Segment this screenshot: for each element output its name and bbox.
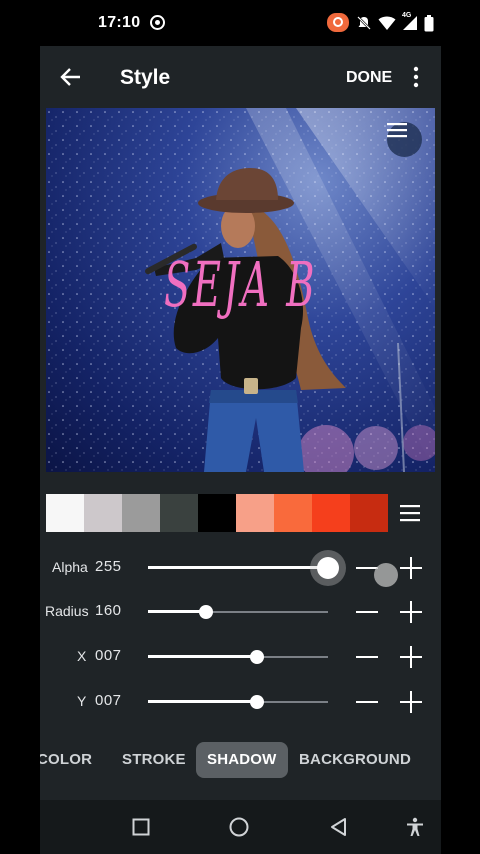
y-offset-increase-button[interactable] [400,691,422,713]
color-swatch[interactable] [122,494,160,532]
x-offset-label: X [77,648,87,664]
mute-bell-icon [357,16,371,30]
radius-label: Radius [45,603,89,619]
x-offset-increase-button[interactable] [400,646,422,668]
color-swatch[interactable] [160,494,198,532]
x-offset-slider-thumb[interactable] [250,650,264,664]
color-swatch[interactable] [198,494,236,532]
alpha-increase-button[interactable] [400,557,422,579]
more-options-icon[interactable] [409,66,423,88]
color-swatch[interactable] [46,494,84,532]
canvas-menu-button[interactable] [387,122,422,157]
color-palette [46,494,388,532]
status-icons: 4G [356,12,434,33]
color-swatch[interactable] [312,494,350,532]
back-arrow-icon[interactable] [58,64,84,90]
y-offset-slider-thumb[interactable] [250,695,264,709]
back-triangle-icon[interactable] [329,817,349,837]
radius-slider-thumb[interactable] [199,605,213,619]
radius-increase-button[interactable] [400,601,422,623]
status-time: 17:10 [98,14,141,31]
screen-record-icon [150,15,165,30]
color-swatch[interactable] [350,494,388,532]
wifi-icon [378,16,396,30]
alpha-slider[interactable] [148,557,339,579]
y-offset-slider-row: Y 007 [40,687,441,717]
radius-decrease-button[interactable] [356,602,378,622]
system-nav-bar [40,800,441,854]
recents-square-icon[interactable] [131,817,151,837]
menu-icon [387,123,407,138]
tab-stroke[interactable]: STROKE [122,742,186,778]
cell-signal-icon: 4G [402,12,418,31]
x-offset-decrease-button[interactable] [356,647,378,667]
alpha-value: 255 [95,558,122,575]
toolbar: Style DONE [40,46,441,108]
color-swatch[interactable] [236,494,274,532]
y-offset-value: 007 [95,692,122,709]
alpha-slider-thumb[interactable] [317,557,339,579]
tab-color[interactable]: COLOR [40,742,92,778]
radius-slider[interactable] [148,605,328,619]
page-title: Style [120,66,171,89]
y-offset-decrease-button[interactable] [356,692,378,712]
radius-slider-row: Radius 160 [40,597,441,627]
status-bar: 17:10 4G [0,0,480,46]
x-offset-slider[interactable] [148,650,328,664]
palette-menu-icon[interactable] [397,502,423,524]
radius-value: 160 [95,602,122,619]
tab-shadow[interactable]: SHADOW [196,742,288,778]
network-type-label: 4G [402,12,412,19]
color-swatch[interactable] [84,494,122,532]
style-editor-screen: Style DONE SEJA B Alpha 255 Radius 160 X… [40,46,441,800]
y-offset-label: Y [77,693,87,709]
x-offset-slider-row: X 007 [40,642,441,672]
tab-background[interactable]: BACKGROUND [299,742,411,778]
style-tabs: COLOR STROKE SHADOW BACKGROUND [40,742,441,780]
recording-indicator-icon [327,13,349,32]
alpha-label: Alpha [52,559,88,575]
y-offset-slider[interactable] [148,695,328,709]
color-swatch[interactable] [274,494,312,532]
x-offset-value: 007 [95,647,122,664]
home-circle-icon[interactable] [229,817,249,837]
done-button[interactable]: DONE [346,69,392,87]
touch-indicator [374,563,398,587]
photo-canvas[interactable]: SEJA B [46,108,435,472]
accessibility-icon[interactable] [405,817,425,837]
battery-icon [424,14,434,31]
overlay-text[interactable]: SEJA B [120,248,361,321]
